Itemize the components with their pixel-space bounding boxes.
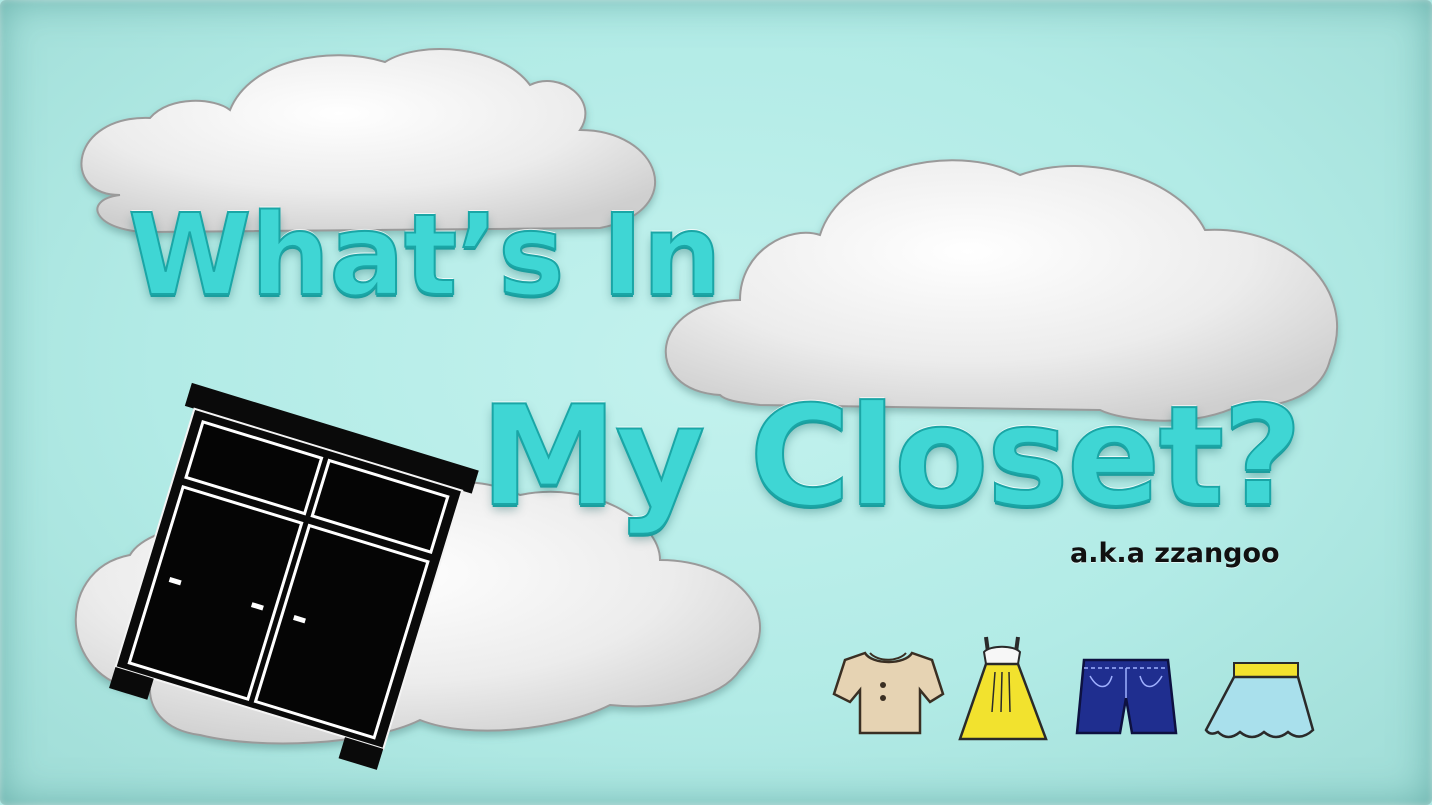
- shirt-icon: [832, 651, 945, 735]
- skirt-icon: [1204, 662, 1315, 739]
- shorts-icon: [1075, 658, 1178, 735]
- icon-layer: [109, 382, 1315, 770]
- closet-icon: [109, 382, 479, 770]
- thumbnail-canvas: What’s In My Closet? a.k.a zzangoo: [0, 0, 1432, 805]
- dress-icon: [958, 636, 1048, 741]
